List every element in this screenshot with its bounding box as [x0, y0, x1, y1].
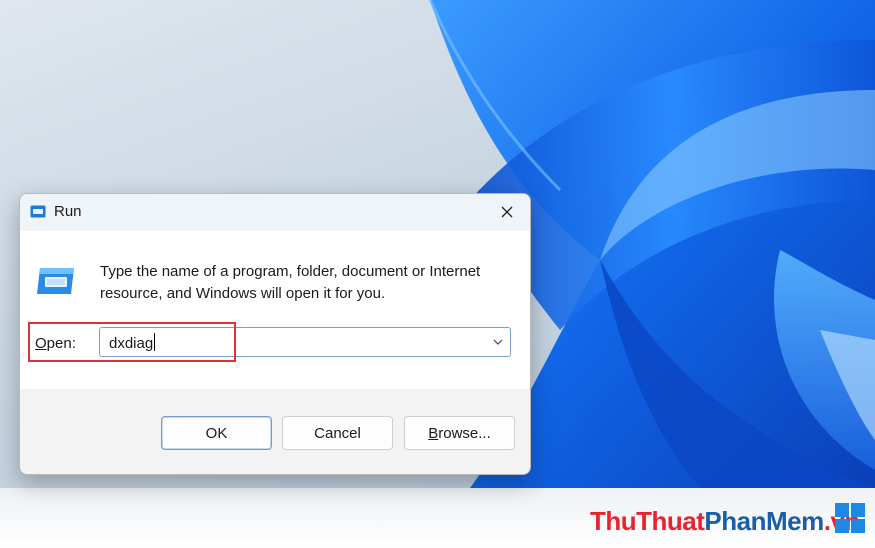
watermark-part2: PhanMem — [704, 506, 824, 536]
browse-label-rest: rowse... — [438, 424, 491, 442]
chevron-down-icon[interactable] — [492, 336, 504, 348]
open-label-accesskey: O — [35, 335, 47, 352]
run-dialog: Run Type the name of a program, folder, … — [19, 193, 531, 475]
open-combobox[interactable]: dxdiag — [99, 327, 511, 357]
watermark-part1: ThuThuat — [590, 506, 705, 536]
dialog-content: Type the name of a program, folder, docu… — [20, 231, 530, 389]
close-button[interactable] — [484, 194, 530, 230]
description-text: Type the name of a program, folder, docu… — [100, 263, 481, 302]
browse-accesskey: B — [428, 424, 439, 442]
windows-logo-icon — [835, 503, 865, 533]
open-label-rest: pen: — [46, 335, 76, 352]
open-input-value: dxdiag — [109, 335, 154, 352]
browse-button[interactable]: Browse... — [404, 416, 515, 450]
ok-button[interactable]: OK — [161, 416, 272, 450]
run-icon — [37, 268, 74, 294]
open-label: Open: — [35, 335, 76, 352]
cancel-button[interactable]: Cancel — [282, 416, 393, 450]
title-bar[interactable]: Run — [20, 194, 530, 230]
run-icon — [30, 205, 46, 218]
text-caret — [154, 333, 156, 351]
close-icon — [501, 206, 513, 218]
window-title: Run — [54, 203, 82, 220]
open-input[interactable]: dxdiag — [109, 333, 156, 352]
watermark-text: ThuThuatPhanMem.vn — [590, 506, 860, 537]
